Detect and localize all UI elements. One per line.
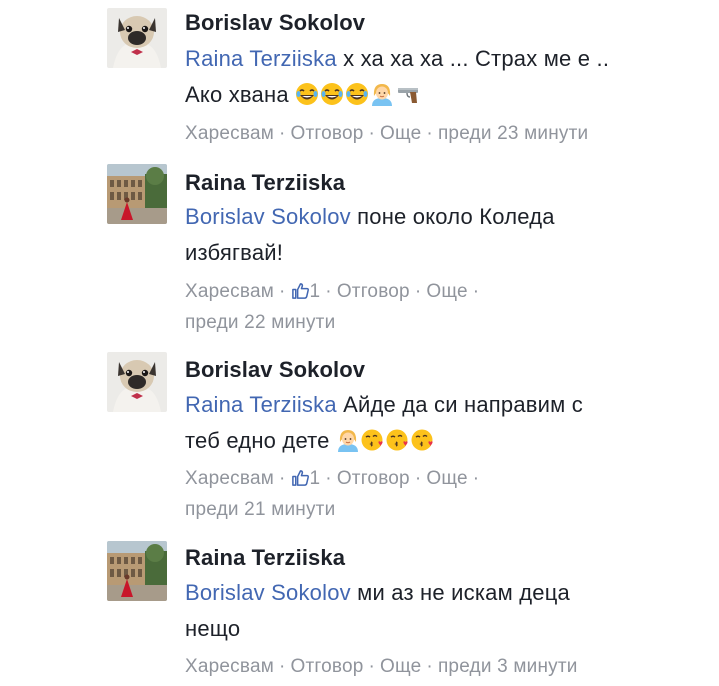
mention-link[interactable]: Borislav Sokolov [185, 204, 351, 229]
reply-link[interactable]: Отговор [291, 656, 364, 677]
more-link[interactable]: Още [380, 123, 421, 144]
comment-text: Borislav Sokolov поне около Коледа избяг… [185, 199, 705, 271]
mention-link[interactable]: Raina Terziiska [185, 392, 337, 417]
comment-author[interactable]: Borislav Sokolov [185, 10, 365, 36]
thumbs-up-icon [291, 281, 310, 300]
like-count[interactable]: 1 [291, 281, 321, 302]
more-link[interactable]: Още [426, 281, 467, 302]
separator: · [472, 468, 480, 489]
kissing-face-icon [361, 428, 385, 452]
pistol-icon [395, 82, 421, 106]
timestamp[interactable]: преди 21 минути [185, 499, 335, 520]
separator: · [278, 656, 286, 677]
separator: · [368, 123, 376, 144]
avatar[interactable] [107, 541, 167, 601]
separator: · [472, 281, 480, 302]
reply-link[interactable]: Отговор [337, 468, 410, 489]
comment-text: Raina Terziiska х ха ха ха ... Страх ме … [185, 41, 705, 113]
timestamp[interactable]: преди 3 минути [438, 656, 578, 677]
avatar[interactable] [107, 164, 167, 224]
separator: · [368, 656, 376, 677]
comment-actions: Харесвам · 1 · Отговор · Още · преди 22 минути [185, 276, 705, 338]
separator: · [278, 281, 286, 302]
comment-text: Borislav Sokolov ми аз не искам деца нещ… [185, 575, 705, 647]
kissing-face-icon [386, 428, 410, 452]
separator: · [278, 468, 286, 489]
like-count[interactable]: 1 [291, 468, 321, 489]
reply-link[interactable]: Отговор [291, 123, 364, 144]
separator: · [414, 281, 422, 302]
separator: · [325, 281, 332, 302]
more-link[interactable]: Още [380, 656, 421, 677]
mention-link[interactable]: Borislav Sokolov [185, 580, 351, 605]
kissing-face-icon [411, 428, 435, 452]
comment-text-line: избягвай! [185, 240, 284, 265]
like-link[interactable]: Харесвам [185, 281, 274, 302]
avatar[interactable] [107, 8, 167, 68]
comment-text-line: х ха ха ха ... Страх ме е .. [336, 46, 610, 71]
like-count-value: 1 [309, 468, 321, 489]
comment-actions: Харесвам · 1 · Отговор · Още · преди 21 минути [185, 463, 705, 525]
like-link[interactable]: Харесвам [185, 468, 274, 489]
mention-link[interactable]: Raina Terziiska [185, 46, 337, 71]
comment-text-line: нещо [185, 616, 241, 641]
avatar[interactable] [107, 352, 167, 412]
comment-text-line: Ако хвана [185, 82, 289, 107]
comment-text: Raina Terziiska Айде да си направим с те… [185, 387, 705, 459]
woman-icon [336, 428, 360, 452]
comment-author[interactable]: Raina Terziiska [185, 170, 345, 196]
more-link[interactable]: Още [426, 468, 467, 489]
comment-text-line: Айде да си направим с [336, 392, 584, 417]
laughing-crying-face-icon [320, 82, 344, 106]
separator: · [325, 468, 332, 489]
separator: · [426, 123, 433, 144]
laughing-crying-face-icon [295, 82, 319, 106]
like-link[interactable]: Харесвам [185, 656, 274, 677]
like-link[interactable]: Харесвам [185, 123, 274, 144]
comment-text-line: ми аз не искам деца [350, 580, 570, 605]
comment-actions: Харесвам · Отговор · Още · преди 23 минути [185, 118, 705, 149]
thumbs-up-icon [291, 468, 310, 487]
separator: · [426, 656, 433, 677]
like-count-value: 1 [309, 281, 321, 302]
comment-actions: Харесвам · Отговор · Още · преди 3 минути [185, 651, 705, 682]
reply-link[interactable]: Отговор [337, 281, 410, 302]
comment-author[interactable]: Raina Terziiska [185, 545, 345, 571]
laughing-crying-face-icon [345, 82, 369, 106]
comment-text-line: теб едно дете [185, 428, 330, 453]
comment-text-line: поне около Коледа [350, 204, 555, 229]
separator: · [278, 123, 286, 144]
separator: · [414, 468, 422, 489]
comment-author[interactable]: Borislav Sokolov [185, 357, 365, 383]
timestamp[interactable]: преди 22 минути [185, 312, 335, 333]
timestamp[interactable]: преди 23 минути [438, 123, 588, 144]
woman-icon [370, 82, 394, 106]
